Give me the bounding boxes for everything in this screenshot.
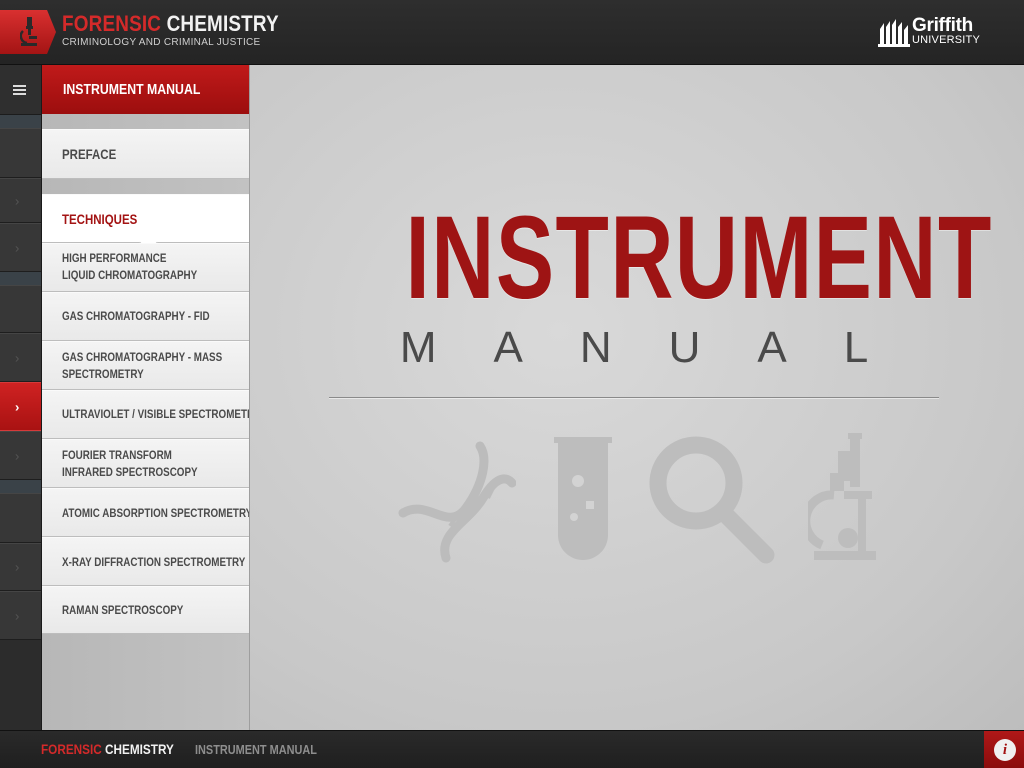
hero-divider — [329, 397, 939, 398]
brand-chemistry: CHEMISTRY — [166, 11, 279, 36]
chevron-right-icon: › — [15, 193, 20, 208]
menu-item-hplc[interactable]: HIGH PERFORMANCE LIQUID CHROMATOGRAPHY — [42, 243, 250, 292]
university-sub: UNIVERSITY — [912, 34, 981, 46]
info-button[interactable]: i — [984, 731, 1024, 768]
left-rail: › › › › › › › — [0, 65, 41, 730]
footer-brand-chemistry: CHEMISTRY — [105, 741, 174, 757]
chevron-right-icon: › — [15, 240, 20, 255]
rail-divider — [0, 115, 41, 128]
menu-item-gc-ms[interactable]: GAS CHROMATOGRAPHY - MASS SPECTROMETRY — [42, 341, 250, 390]
magnifier-icon — [649, 436, 775, 564]
app-footer: FORENSIC CHEMISTRY INSTRUMENT MANUAL i — [0, 730, 1024, 768]
menu-item-gc-fid[interactable]: GAS CHROMATOGRAPHY - FID — [42, 292, 250, 341]
rail-divider — [0, 272, 41, 285]
menu-item-raman[interactable]: RAMAN SPECTROSCOPY — [42, 586, 250, 634]
chevron-right-icon: › — [15, 559, 20, 575]
university-logo: Griffith UNIVERSITY — [878, 15, 988, 49]
hero-subtitle: MANUAL — [399, 323, 926, 372]
menu-item-preface[interactable]: PREFACE — [42, 129, 250, 179]
menu-item-xrd[interactable]: X-RAY DIFFRACTION SPECTROMETRY — [42, 537, 250, 586]
app-header: FORENSIC CHEMISTRY CRIMINOLOGY AND CRIMI… — [0, 0, 1024, 65]
panel-title: INSTRUMENT MANUAL — [42, 65, 250, 114]
main-content: INSTRUMENT MANUAL — [249, 65, 1024, 730]
rail-slot-raman[interactable]: › — [0, 591, 41, 640]
rail-slot-preface[interactable] — [0, 128, 41, 178]
menu-item-label-line2: LIQUID CHROMATOGRAPHY — [62, 268, 198, 282]
footer-brand: FORENSIC CHEMISTRY — [41, 741, 174, 757]
rail-slot-ftir[interactable]: › — [0, 431, 41, 480]
app-brand: FORENSIC CHEMISTRY CRIMINOLOGY AND CRIMI… — [62, 11, 314, 49]
chevron-right-icon: › — [15, 399, 20, 414]
microscope-icon — [808, 433, 876, 560]
menu-item-label: TECHNIQUES — [62, 211, 138, 227]
rail-divider — [0, 480, 41, 493]
menu-item-uv-vis[interactable]: ULTRAVIOLET / VISIBLE SPECTROMETRY — [42, 390, 260, 439]
info-icon: i — [994, 739, 1016, 761]
chevron-right-icon: › — [15, 350, 20, 365]
menu-item-label-line1: GAS CHROMATOGRAPHY - MASS — [62, 350, 223, 364]
app-logo — [0, 10, 56, 54]
menu-item-aas[interactable]: ATOMIC ABSORPTION SPECTROMETRY — [42, 488, 253, 537]
rail-slot-gc-fid[interactable] — [0, 285, 41, 333]
rail-slot-gc-ms[interactable]: › — [0, 333, 41, 382]
brand-forensic: FORENSIC — [62, 11, 162, 36]
menu-item-label: PREFACE — [62, 146, 117, 162]
menu-item-label: ULTRAVIOLET / VISIBLE SPECTROMETRY — [62, 407, 261, 421]
menu-item-label-line2: SPECTROMETRY — [62, 367, 144, 381]
menu-item-label: GAS CHROMATOGRAPHY - FID — [62, 309, 210, 323]
rail-slot-techniques[interactable]: › — [0, 178, 41, 223]
test-tube-icon — [554, 437, 612, 560]
menu-item-techniques[interactable]: TECHNIQUES — [42, 194, 250, 243]
menu-toggle-button[interactable] — [0, 65, 41, 115]
hamburger-icon-bar — [13, 93, 26, 95]
footer-breadcrumb[interactable]: INSTRUMENT MANUAL — [195, 742, 317, 757]
rail-slot-hplc[interactable]: › — [0, 223, 41, 272]
menu-item-label: RAMAN SPECTROSCOPY — [62, 603, 184, 617]
menu-item-label-line2: INFRARED SPECTROSCOPY — [62, 465, 198, 479]
hero-icons — [380, 433, 900, 568]
menu-panel: INSTRUMENT MANUAL PREFACE TECHNIQUES HIG… — [41, 65, 260, 730]
menu-item-label-line1: HIGH PERFORMANCE — [62, 251, 167, 265]
footer-brand-forensic: FORENSIC — [41, 741, 102, 757]
menu-item-label-line1: FOURIER TRANSFORM — [62, 448, 172, 462]
rail-slot-xrd[interactable]: › — [0, 543, 41, 591]
chevron-right-icon: › — [15, 448, 20, 463]
griffith-crest-icon — [878, 19, 910, 47]
hamburger-icon-bar — [13, 89, 26, 91]
panel-title-text: INSTRUMENT MANUAL — [63, 81, 201, 98]
hero-title: INSTRUMENT — [405, 192, 993, 324]
rail-slot-uv-vis[interactable]: › — [0, 382, 41, 431]
menu-item-label: ATOMIC ABSORPTION SPECTROMETRY — [62, 506, 253, 520]
microscope-icon — [20, 17, 37, 46]
menu-item-ftir[interactable]: FOURIER TRANSFORM INFRARED SPECTROSCOPY — [42, 439, 250, 488]
hamburger-icon — [13, 85, 26, 87]
chevron-right-icon: › — [15, 608, 20, 623]
rail-slot-aas[interactable] — [0, 493, 41, 543]
dna-icon — [398, 441, 516, 563]
brand-subtitle: CRIMINOLOGY AND CRIMINAL JUSTICE — [62, 37, 261, 48]
menu-item-label: X-RAY DIFFRACTION SPECTROMETRY — [62, 555, 246, 569]
